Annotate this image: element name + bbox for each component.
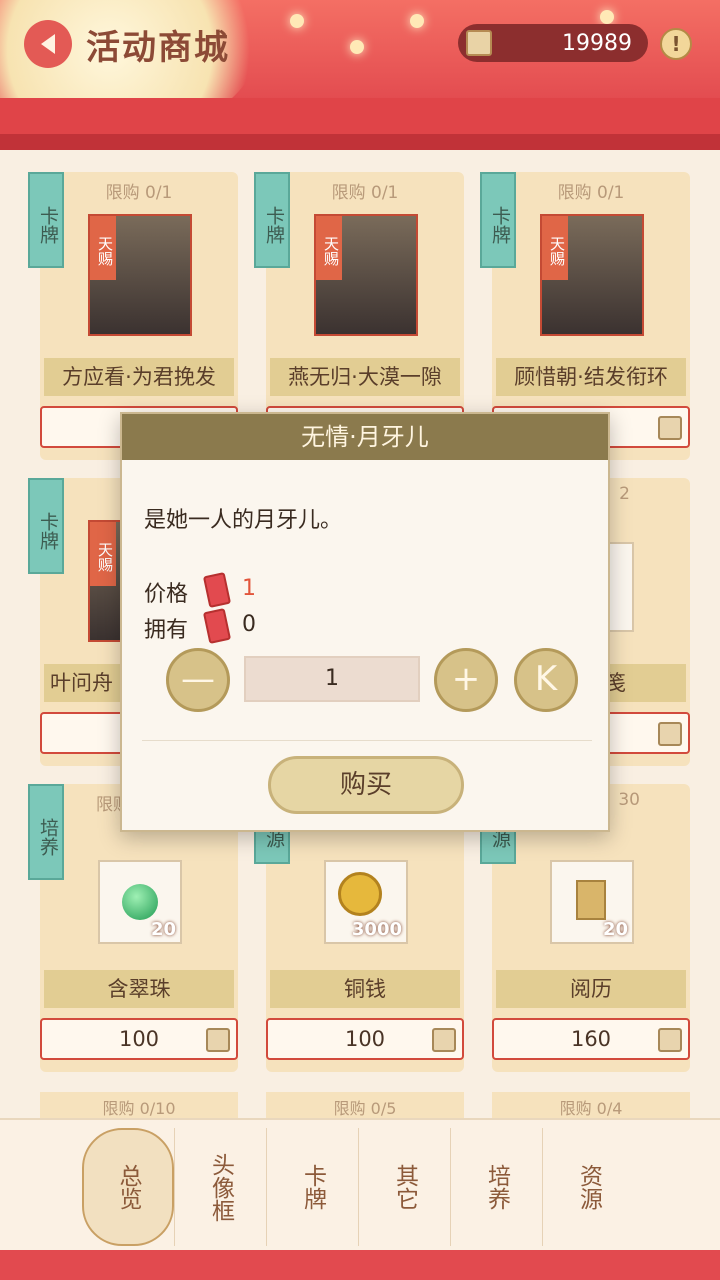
badge: 天赐 xyxy=(90,522,116,586)
page-title: 活动商城 xyxy=(86,28,230,68)
light-decoration xyxy=(410,14,424,28)
tab-overview[interactable]: 总览 xyxy=(82,1128,174,1246)
item-image: 20 xyxy=(550,860,634,944)
jade-bead-icon xyxy=(122,884,158,920)
badge: 天赐 xyxy=(90,216,116,280)
tab-cards[interactable]: 卡牌 xyxy=(266,1128,358,1246)
owned-value: 0 xyxy=(242,612,256,637)
info-button[interactable]: ! xyxy=(660,28,692,60)
item-name: 阅历 xyxy=(496,970,686,1008)
header-band-dark xyxy=(0,134,720,150)
price-value: 100 xyxy=(118,1027,160,1051)
category-ribbon: 卡牌 xyxy=(28,172,64,268)
purchase-dialog: 无情·月牙儿 是她一人的月牙儿。 价格 1 拥有 0 — 1 + K 购买 xyxy=(120,412,610,832)
experience-scroll-icon xyxy=(576,880,606,920)
currency-icon xyxy=(658,1028,682,1052)
item-name: 铜钱 xyxy=(270,970,460,1008)
tab-avatar-frame[interactable]: 头像框 xyxy=(174,1128,266,1246)
limit-text: 限购 0/1 xyxy=(557,183,625,203)
card-image: 天赐 xyxy=(88,214,192,336)
category-ribbon: 卡牌 xyxy=(480,172,516,268)
item-quantity: 3000 xyxy=(351,919,402,940)
price-box[interactable]: 100 xyxy=(266,1018,464,1060)
tab-cultivate[interactable]: 培养 xyxy=(450,1128,542,1246)
tab-other[interactable]: 其它 xyxy=(358,1128,450,1246)
category-tab-bar: 总览 头像框 卡牌 其它 培养 资源 xyxy=(0,1118,720,1250)
light-decoration xyxy=(600,10,614,24)
item-quantity: 20 xyxy=(150,919,176,940)
light-decoration xyxy=(350,40,364,54)
card-image: 天赐 xyxy=(540,214,644,336)
limit-text: 限购 0/1 xyxy=(105,183,173,203)
category-ribbon: 培养 xyxy=(28,784,64,880)
item-image: 20 xyxy=(98,860,182,944)
item-name: 方应看·为君挽发 xyxy=(44,358,234,396)
owned-label: 拥有 xyxy=(144,618,189,643)
price-box[interactable]: 100 xyxy=(40,1018,238,1060)
badge: 天赐 xyxy=(542,216,568,280)
currency-icon xyxy=(432,1028,456,1052)
item-name: 顾惜朝·结发衔环 xyxy=(496,358,686,396)
price-value: 100 xyxy=(344,1027,386,1051)
max-quantity-button[interactable]: K xyxy=(514,648,578,712)
footer-decoration xyxy=(0,1250,720,1280)
currency-icon xyxy=(658,416,682,440)
limit-text: 限购 0/1 xyxy=(331,183,399,203)
red-envelope-icon xyxy=(202,572,232,608)
coin-icon xyxy=(466,30,492,56)
buy-button[interactable]: 购买 xyxy=(268,756,464,814)
badge: 天赐 xyxy=(316,216,342,280)
card-image: 天赐 xyxy=(314,214,418,336)
item-description: 是她一人的月牙儿。 xyxy=(144,508,343,533)
red-envelope-icon xyxy=(202,608,232,644)
price-value: 1 xyxy=(242,576,256,601)
header-band xyxy=(0,98,720,134)
tab-resources[interactable]: 资源 xyxy=(542,1128,634,1246)
item-quantity: 20 xyxy=(602,919,628,940)
limit-text: 限购 0/5 xyxy=(266,1092,464,1118)
item-image: 3000 xyxy=(324,860,408,944)
category-ribbon: 卡牌 xyxy=(254,172,290,268)
dialog-title: 无情·月牙儿 xyxy=(122,414,608,460)
quantity-input[interactable]: 1 xyxy=(244,656,420,702)
decrease-button[interactable]: — xyxy=(166,648,230,712)
item-name: 含翠珠 xyxy=(44,970,234,1008)
increase-button[interactable]: + xyxy=(434,648,498,712)
currency-icon xyxy=(658,722,682,746)
currency-icon xyxy=(206,1028,230,1052)
price-value: 160 xyxy=(570,1027,612,1051)
item-name: 燕无归·大漠一隙 xyxy=(270,358,460,396)
back-button[interactable] xyxy=(24,20,72,68)
divider xyxy=(142,740,592,741)
light-decoration xyxy=(290,14,304,28)
price-box[interactable]: 160 xyxy=(492,1018,690,1060)
category-ribbon: 卡牌 xyxy=(28,478,64,574)
price-label: 价格 xyxy=(144,582,189,607)
coin-count: 19989 xyxy=(562,30,632,56)
limit-text: 限购 0/10 xyxy=(40,1092,238,1118)
copper-coin-icon xyxy=(338,872,382,916)
limit-text: 限购 0/4 xyxy=(492,1092,690,1118)
